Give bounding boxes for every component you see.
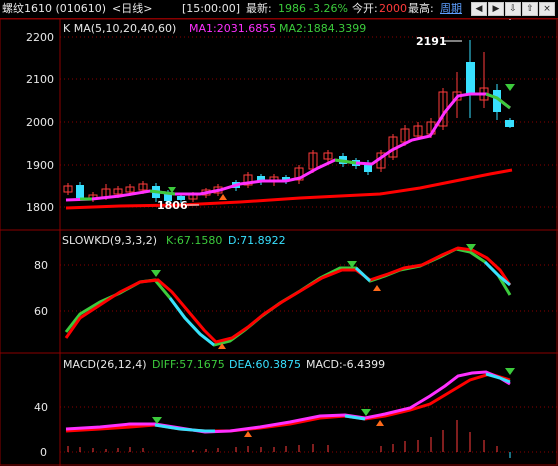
macd-diff-line: [65, 370, 511, 434]
kd-k-value: K:67.1580: [166, 234, 222, 247]
sell-arrow-icon: [361, 409, 371, 416]
kd-cyan-segments: [168, 260, 511, 347]
sell-arrow-icon: [505, 84, 515, 91]
main-panel-title: K MA(5,10,20,40,60): [63, 22, 176, 35]
macd-diff-value: DIFF:57.1675: [152, 358, 225, 371]
macd-macd-value: MACD:-6.4399: [306, 358, 385, 371]
min-price-label: 1806: [157, 199, 188, 212]
y-tick-2100: 2100: [26, 73, 54, 86]
kd-d-line: [64, 246, 512, 344]
ma1-value: MA1:2031.6855: [189, 22, 276, 35]
candle: [76, 185, 84, 198]
y-tick-40: 40: [34, 401, 48, 414]
y-tick-2000: 2000: [26, 116, 54, 129]
sell-arrow-icon: [505, 368, 515, 375]
y-axis-labels: 2200 2100 2000 1900 1800 80 60 40 0: [26, 31, 54, 459]
buy-arrow-icon: [219, 194, 227, 200]
kd-panel-title: SLOWKD(9,3,3,2): [62, 234, 157, 247]
y-tick-1800: 1800: [26, 201, 54, 214]
y-tick-2200: 2200: [26, 31, 54, 44]
y-tick-1900: 1900: [26, 159, 54, 172]
signal-arrows-macd: [152, 368, 515, 437]
sell-arrow-icon: [151, 270, 161, 277]
ma2-line: [65, 168, 513, 210]
macd-panel-title: MACD(26,12,4): [63, 358, 147, 371]
y-tick-0: 0: [40, 446, 47, 459]
buy-arrow-icon: [244, 431, 252, 437]
signal-arrows-main: [168, 84, 515, 200]
max-price-label: 2191: [416, 35, 447, 48]
macd-dea-value: DEA:60.3875: [229, 358, 301, 371]
ma2-value: MA2:1884.3399: [279, 22, 366, 35]
buy-arrow-icon: [373, 285, 381, 291]
chart-canvas[interactable]: 2200 2100 2000 1900 1800 80 60 40 0 K MA…: [0, 0, 558, 466]
candle: [505, 120, 514, 127]
kd-d-value: D:71.8922: [228, 234, 286, 247]
y-tick-60: 60: [34, 305, 48, 318]
y-tick-80: 80: [34, 259, 48, 272]
buy-arrow-icon: [376, 420, 384, 426]
candle: [466, 62, 475, 94]
